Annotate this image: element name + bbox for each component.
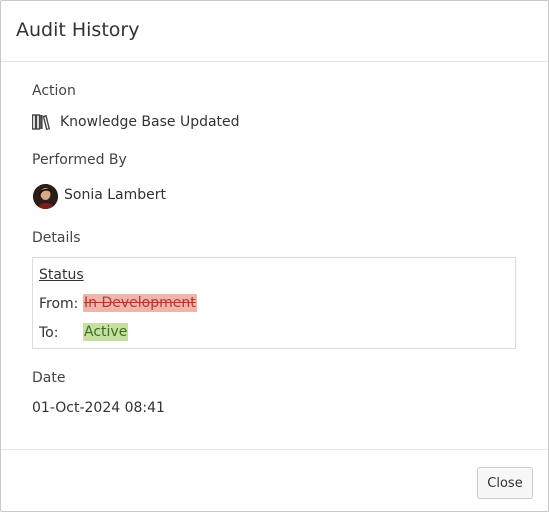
- avatar: [33, 184, 58, 209]
- action-label: Action: [32, 83, 76, 99]
- performed-by-name: Sonia Lambert: [64, 187, 167, 203]
- close-button[interactable]: Close: [477, 467, 533, 499]
- action-value: Knowledge Base Updated: [60, 114, 240, 130]
- changed-field-name: Status: [39, 267, 84, 283]
- audit-history-dialog: Audit History Action Knowledge Base Upda…: [0, 0, 549, 512]
- from-label: From:: [39, 296, 79, 312]
- to-label: To:: [39, 325, 59, 341]
- date-value: 01-Oct-2024 08:41: [32, 400, 165, 416]
- dialog-title: Audit History: [16, 19, 140, 41]
- details-label: Details: [32, 230, 81, 246]
- old-value: In Development: [83, 294, 197, 312]
- details-box: Status From: In Development To: Active: [32, 257, 516, 349]
- date-label: Date: [32, 370, 66, 386]
- new-value: Active: [83, 323, 129, 341]
- books-icon: [31, 114, 51, 131]
- dialog-footer: [1, 449, 548, 511]
- performed-by-label: Performed By: [32, 152, 127, 168]
- dialog-header: Audit History: [1, 1, 548, 62]
